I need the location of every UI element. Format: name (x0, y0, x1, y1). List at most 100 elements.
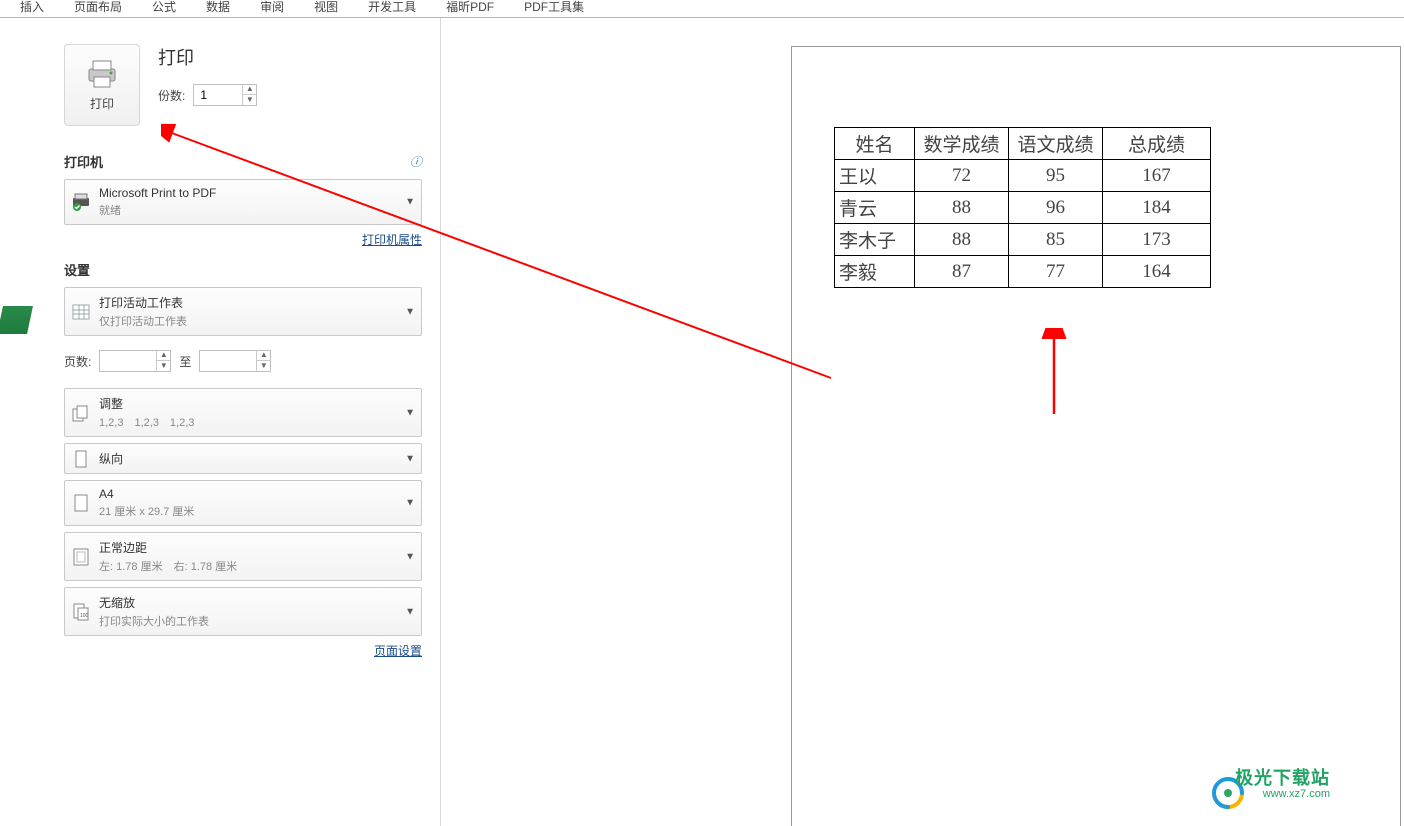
svg-text:100: 100 (80, 613, 89, 619)
tab-formula[interactable]: 公式 (142, 0, 186, 16)
settings-section-title: 设置 (64, 260, 90, 279)
collate-icon (71, 403, 91, 423)
margins-sub: 左: 1.78 厘米 右: 1.78 厘米 (99, 558, 399, 574)
spin-up-icon[interactable]: ▲ (243, 84, 256, 95)
print-what-sub: 仅打印活动工作表 (99, 313, 399, 329)
cell-chinese: 95 (1009, 160, 1103, 192)
pages-to-label: 至 (179, 353, 191, 370)
margins-select[interactable]: 正常边距 左: 1.78 厘米 右: 1.78 厘米 ▼ (64, 532, 422, 581)
cell-math: 88 (915, 192, 1009, 224)
ribbon-tabs: 插入 页面布局 公式 数据 审阅 视图 开发工具 福昕PDF PDF工具集 (0, 0, 1404, 18)
margins-title: 正常边距 (99, 539, 399, 556)
chevron-down-icon: ▼ (405, 606, 415, 617)
printer-status: 就绪 (99, 202, 399, 218)
tab-pdf-tools[interactable]: PDF工具集 (514, 0, 594, 16)
printer-ready-icon (71, 192, 91, 212)
cell-math: 88 (915, 224, 1009, 256)
watermark-title: 极光下载站 (1235, 770, 1330, 786)
paper-size-select[interactable]: A4 21 厘米 x 29.7 厘米 ▼ (64, 480, 422, 526)
tab-insert[interactable]: 插入 (10, 0, 54, 16)
table-row: 青云 88 96 184 (835, 192, 1211, 224)
page-setup-link[interactable]: 页面设置 (374, 644, 422, 658)
cell-total: 173 (1103, 224, 1211, 256)
cell-name: 李毅 (835, 256, 915, 288)
print-title: 打印 (158, 44, 257, 70)
scaling-select[interactable]: 100 无缩放 打印实际大小的工作表 ▼ (64, 587, 422, 636)
print-what-select[interactable]: 打印活动工作表 仅打印活动工作表 ▼ (64, 287, 422, 336)
printer-select[interactable]: Microsoft Print to PDF 就绪 ▼ (64, 179, 422, 225)
margins-icon (71, 547, 91, 567)
watermark-url: www.xz7.com (1235, 786, 1330, 802)
print-what-title: 打印活动工作表 (99, 294, 399, 311)
printer-properties-link[interactable]: 打印机属性 (362, 233, 422, 247)
chevron-down-icon: ▼ (405, 453, 415, 464)
worksheet-icon (71, 302, 91, 322)
th-total: 总成绩 (1103, 128, 1211, 160)
table-header-row: 姓名 数学成绩 语文成绩 总成绩 (835, 128, 1211, 160)
printer-icon (84, 59, 120, 89)
chevron-down-icon: ▼ (405, 407, 415, 418)
orientation-title: 纵向 (99, 450, 399, 467)
collate-select[interactable]: 调整 1,2,3 1,2,3 1,2,3 ▼ (64, 388, 422, 437)
tab-view[interactable]: 视图 (304, 0, 348, 16)
print-panel: 打印 打印 份数: ▲▼ 打印机 ⓘ (36, 18, 440, 826)
portrait-icon (71, 449, 91, 469)
cell-chinese: 96 (1009, 192, 1103, 224)
page-to-spinner[interactable]: ▲▼ (199, 350, 271, 372)
copies-label: 份数: (158, 87, 185, 104)
page-from-spinner[interactable]: ▲▼ (99, 350, 171, 372)
cell-math: 72 (915, 160, 1009, 192)
th-math: 数学成绩 (915, 128, 1009, 160)
spin-down-icon[interactable]: ▼ (243, 95, 256, 106)
preview-page: 姓名 数学成绩 语文成绩 总成绩 王以 72 95 167 青云 (791, 46, 1401, 826)
cell-name: 李木子 (835, 224, 915, 256)
spin-down-icon[interactable]: ▼ (257, 361, 270, 372)
printer-info-icon[interactable]: ⓘ (410, 153, 422, 170)
paper-sub: 21 厘米 x 29.7 厘米 (99, 503, 399, 519)
pages-label: 页数: (64, 353, 91, 370)
spin-down-icon[interactable]: ▼ (157, 361, 170, 372)
tab-review[interactable]: 审阅 (250, 0, 294, 16)
page-icon (71, 493, 91, 513)
tab-page-layout[interactable]: 页面布局 (64, 0, 132, 16)
cell-name: 青云 (835, 192, 915, 224)
collate-title: 调整 (99, 395, 399, 412)
page-to-input[interactable] (200, 354, 256, 368)
collate-sub: 1,2,3 1,2,3 1,2,3 (99, 414, 399, 430)
cell-total: 164 (1103, 256, 1211, 288)
watermark: 极光下载站 www.xz7.com (1235, 770, 1330, 802)
copies-spinner[interactable]: ▲▼ (193, 84, 257, 106)
cell-chinese: 77 (1009, 256, 1103, 288)
chevron-down-icon: ▼ (405, 498, 415, 509)
cell-total: 167 (1103, 160, 1211, 192)
cell-math: 87 (915, 256, 1009, 288)
cell-total: 184 (1103, 192, 1211, 224)
scaling-icon: 100 (71, 602, 91, 622)
table-row: 李毅 87 77 164 (835, 256, 1211, 288)
tab-data[interactable]: 数据 (196, 0, 240, 16)
table-row: 王以 72 95 167 (835, 160, 1211, 192)
copies-input[interactable] (194, 88, 242, 102)
tab-developer[interactable]: 开发工具 (358, 0, 426, 16)
cell-chinese: 85 (1009, 224, 1103, 256)
backstage-strip (0, 18, 36, 826)
chevron-down-icon: ▼ (405, 551, 415, 562)
table-row: 李木子 88 85 173 (835, 224, 1211, 256)
paper-title: A4 (99, 487, 399, 501)
print-button-label: 打印 (90, 95, 114, 112)
page-from-input[interactable] (100, 354, 156, 368)
printer-name: Microsoft Print to PDF (99, 186, 399, 200)
spin-up-icon[interactable]: ▲ (157, 350, 170, 361)
tab-foxit-pdf[interactable]: 福昕PDF (436, 0, 504, 16)
backstage-active-tab-marker (0, 306, 33, 334)
spin-up-icon[interactable]: ▲ (257, 350, 270, 361)
scaling-title: 无缩放 (99, 594, 399, 611)
orientation-select[interactable]: 纵向 ▼ (64, 443, 422, 474)
printer-section-title: 打印机 (64, 152, 103, 171)
data-table: 姓名 数学成绩 语文成绩 总成绩 王以 72 95 167 青云 (834, 127, 1211, 288)
scaling-sub: 打印实际大小的工作表 (99, 613, 399, 629)
print-button[interactable]: 打印 (64, 44, 140, 126)
th-name: 姓名 (835, 128, 915, 160)
cell-name: 王以 (835, 160, 915, 192)
chevron-down-icon: ▼ (405, 306, 415, 317)
